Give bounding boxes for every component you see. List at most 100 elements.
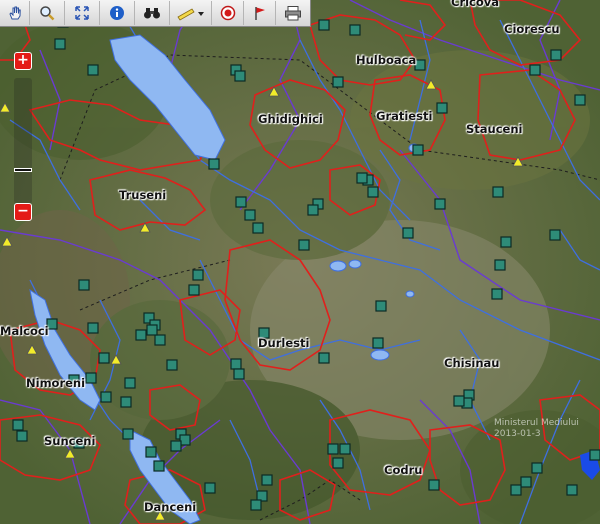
map-marker[interactable] xyxy=(235,196,247,208)
map-marker[interactable] xyxy=(566,484,578,496)
map-marker[interactable] xyxy=(372,337,384,349)
place-label-hulboaca: Hulboaca xyxy=(356,53,417,67)
find-tool-button[interactable] xyxy=(135,1,170,25)
map-marker[interactable] xyxy=(367,186,379,198)
map-marker[interactable] xyxy=(120,396,132,408)
map-marker[interactable] xyxy=(122,428,134,440)
map-marker[interactable] xyxy=(428,479,440,491)
map-marker[interactable] xyxy=(78,279,90,291)
hand-icon xyxy=(8,6,21,20)
map-marker[interactable] xyxy=(332,76,344,88)
map-marker[interactable] xyxy=(166,359,178,371)
map-marker[interactable] xyxy=(250,499,262,511)
flag-icon xyxy=(254,7,265,20)
map-marker[interactable] xyxy=(520,476,532,488)
map-marker[interactable] xyxy=(188,284,200,296)
map-marker[interactable] xyxy=(154,334,166,346)
map-marker[interactable] xyxy=(318,352,330,364)
info-icon xyxy=(110,6,124,20)
map-marker[interactable] xyxy=(261,474,273,486)
map-marker[interactable] xyxy=(500,236,512,248)
map-marker[interactable] xyxy=(332,457,344,469)
map-marker[interactable] xyxy=(204,482,216,494)
map-marker[interactable] xyxy=(453,395,465,407)
place-label-chisinau: Chisinau xyxy=(444,356,500,370)
watermark-line-2: 2013-01-3 xyxy=(494,429,541,439)
place-label-malcoci: Malcoci xyxy=(0,324,49,338)
map-marker[interactable] xyxy=(412,144,424,156)
extent-arrows-icon xyxy=(75,6,89,20)
map-marker[interactable] xyxy=(12,419,24,431)
map-marker[interactable] xyxy=(87,322,99,334)
map-marker[interactable] xyxy=(529,64,541,76)
ruler-icon xyxy=(176,8,204,21)
zoom-out-button[interactable]: − xyxy=(14,203,32,221)
map-marker[interactable] xyxy=(85,372,97,384)
map-marker[interactable] xyxy=(298,239,310,251)
map-marker[interactable] xyxy=(192,269,204,281)
zoom-slider-handle[interactable] xyxy=(14,168,32,172)
map-marker[interactable] xyxy=(327,443,339,455)
map-marker[interactable] xyxy=(252,222,264,234)
print-tool-button[interactable] xyxy=(276,1,310,25)
place-label-sunceni: Sunceni xyxy=(44,434,96,448)
map-marker[interactable] xyxy=(208,158,220,170)
place-label-ciorescu: Ciorescu xyxy=(504,22,560,36)
map-marker[interactable] xyxy=(170,440,182,452)
map-marker[interactable] xyxy=(375,300,387,312)
map-marker[interactable] xyxy=(230,358,242,370)
map-marker[interactable] xyxy=(135,329,147,341)
map-marker[interactable] xyxy=(414,59,426,71)
map-marker[interactable] xyxy=(153,460,165,472)
map-marker[interactable] xyxy=(16,430,28,442)
zoom-slider-track[interactable] xyxy=(14,78,32,204)
map-marker[interactable] xyxy=(434,198,446,210)
map-marker[interactable] xyxy=(98,352,110,364)
map-marker[interactable] xyxy=(100,391,112,403)
map-marker[interactable] xyxy=(436,102,448,114)
map-marker[interactable] xyxy=(307,204,319,216)
place-label-ghidighici: Ghidighici xyxy=(258,112,323,126)
flag-tool-button[interactable] xyxy=(244,1,276,25)
printer-icon xyxy=(285,6,301,21)
place-label-danceni: Danceni xyxy=(144,500,197,514)
map-marker[interactable] xyxy=(494,259,506,271)
place-label-durlesti: Durlesti xyxy=(258,336,310,350)
map-marker[interactable] xyxy=(233,368,245,380)
pan-tool-button[interactable] xyxy=(0,1,30,25)
map-marker[interactable] xyxy=(244,209,256,221)
place-label-truseni: Truseni xyxy=(119,188,167,202)
map-marker[interactable] xyxy=(146,324,158,336)
map-marker[interactable] xyxy=(589,449,600,461)
info-tool-button[interactable] xyxy=(100,1,135,25)
map-marker[interactable] xyxy=(531,462,543,474)
target-icon xyxy=(220,5,235,21)
magnifier-icon xyxy=(40,6,55,21)
place-label-codru: Codru xyxy=(384,463,423,477)
map-marker[interactable] xyxy=(574,94,586,106)
watermark-line-1: Ministerul Mediului xyxy=(494,418,579,428)
map-marker[interactable] xyxy=(124,377,136,389)
place-label-nimoreni: Nimoreni xyxy=(26,376,86,390)
map-marker[interactable] xyxy=(491,288,503,300)
map-marker[interactable] xyxy=(549,229,561,241)
map-marker[interactable] xyxy=(349,24,361,36)
record-tool-button[interactable] xyxy=(212,1,244,25)
map-view[interactable]: + − Cricova Ciorescu Hulboaca Ghidighici… xyxy=(0,0,600,524)
zoom-in-button[interactable]: + xyxy=(14,52,32,70)
map-marker[interactable] xyxy=(510,484,522,496)
map-marker[interactable] xyxy=(54,38,66,50)
full-extent-tool-button[interactable] xyxy=(65,1,100,25)
map-marker[interactable] xyxy=(318,19,330,31)
map-marker[interactable] xyxy=(356,172,368,184)
zoom-tool-button[interactable] xyxy=(30,1,65,25)
map-marker[interactable] xyxy=(87,64,99,76)
map-marker[interactable] xyxy=(145,446,157,458)
binoculars-icon xyxy=(144,8,160,19)
map-marker[interactable] xyxy=(234,70,246,82)
map-marker[interactable] xyxy=(402,227,414,239)
map-marker[interactable] xyxy=(339,443,351,455)
measure-tool-button[interactable] xyxy=(170,1,212,25)
map-marker[interactable] xyxy=(550,49,562,61)
map-marker[interactable] xyxy=(492,186,504,198)
